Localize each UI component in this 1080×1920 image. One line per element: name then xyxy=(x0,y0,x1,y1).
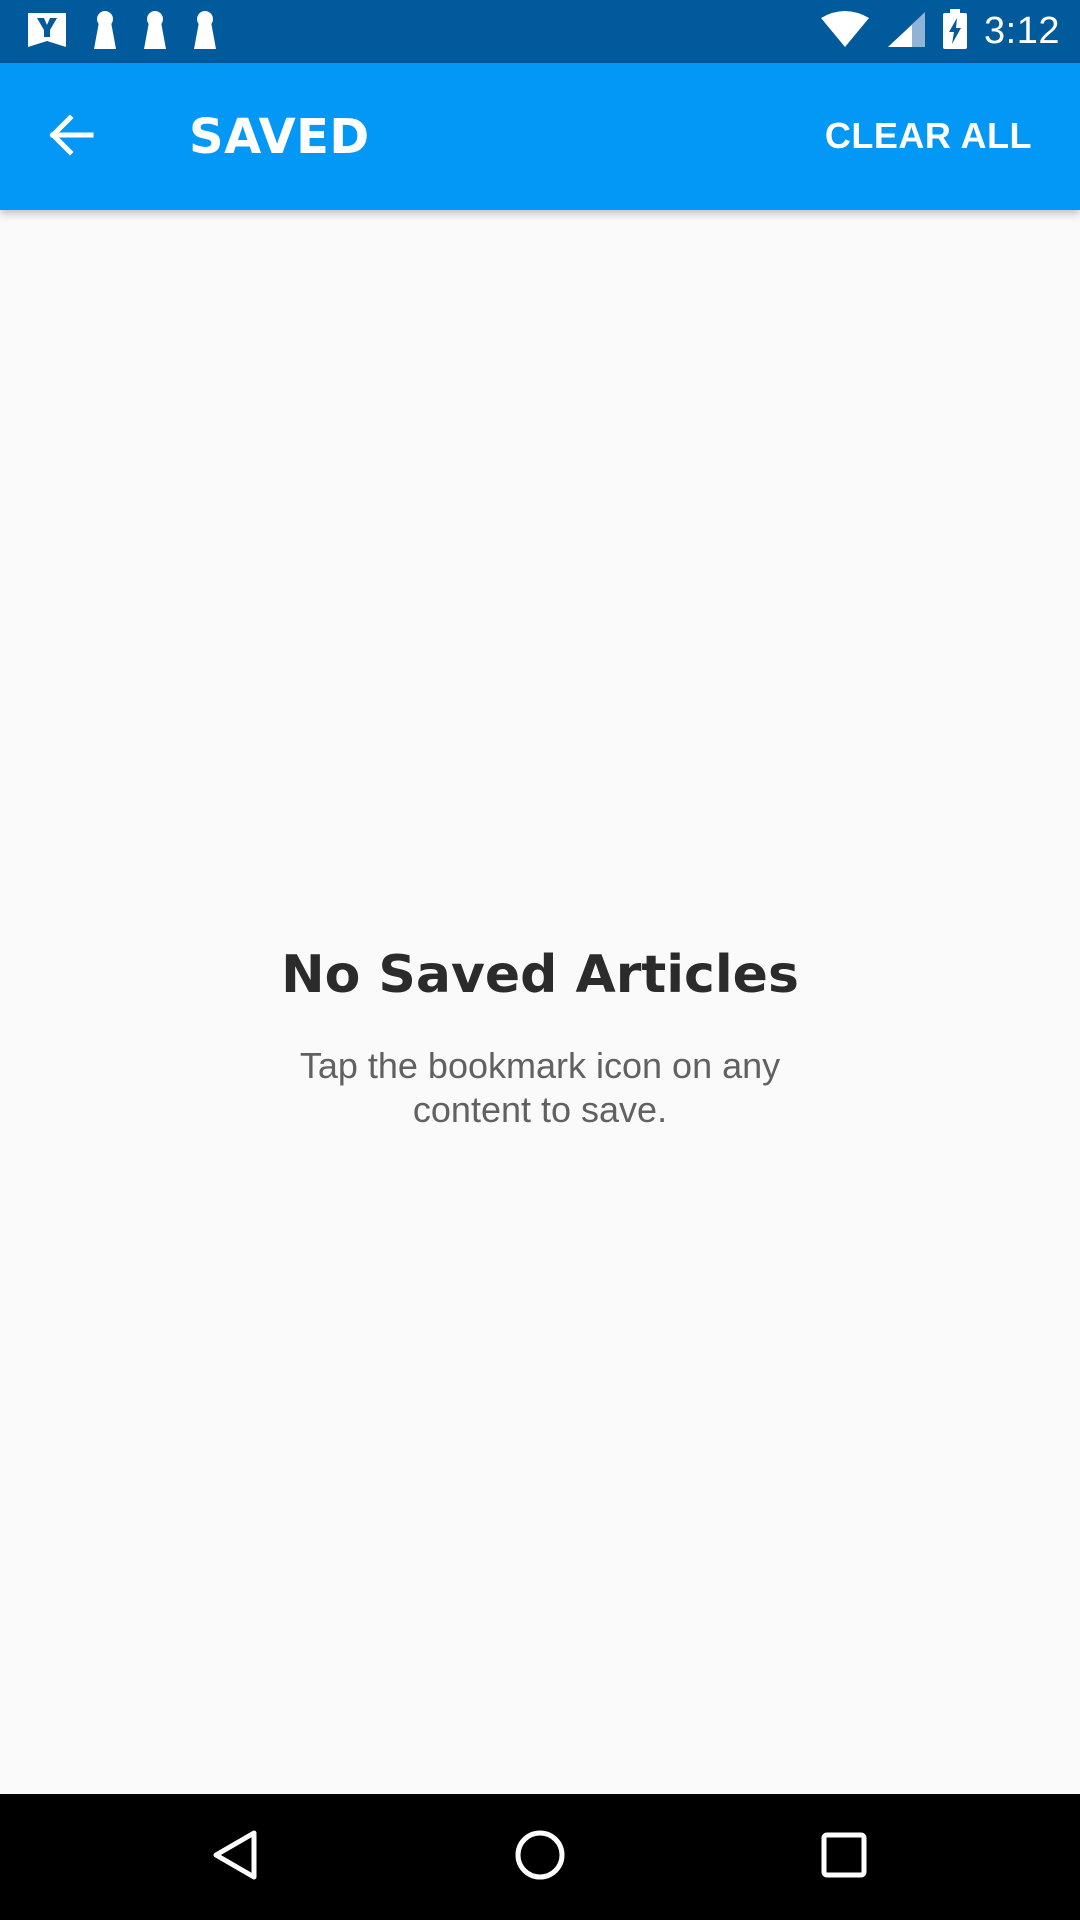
empty-state-title: No Saved Articles xyxy=(281,945,799,1005)
empty-state: No Saved Articles Tap the bookmark icon … xyxy=(0,940,1080,1132)
arrow-back-icon xyxy=(47,113,95,162)
back-triangle-icon xyxy=(206,1825,266,1890)
page-title: SAVED xyxy=(189,109,370,165)
nav-recents-button[interactable] xyxy=(806,1819,882,1895)
navigation-bar xyxy=(0,1794,1080,1920)
back-button[interactable] xyxy=(34,100,108,174)
status-bar: 3:12 xyxy=(0,0,1080,63)
wifi-icon xyxy=(820,10,870,53)
keyhole-icon xyxy=(192,10,218,55)
home-circle-icon xyxy=(510,1825,570,1890)
battery-charging-icon xyxy=(942,8,968,55)
keyhole-icon xyxy=(142,10,168,55)
empty-state-message: Tap the bookmark icon on any content to … xyxy=(299,1045,781,1130)
system-icons: 3:12 xyxy=(820,0,1060,63)
cell-signal-icon xyxy=(886,10,926,53)
notification-icons xyxy=(26,10,218,54)
app-bar: SAVED CLEAR ALL xyxy=(0,63,1080,210)
nav-home-button[interactable] xyxy=(502,1819,578,1895)
status-time: 3:12 xyxy=(984,10,1060,52)
screen: 3:12 SAVED CLEAR ALL No Saved Articles T… xyxy=(0,0,1080,1920)
nav-back-button[interactable] xyxy=(198,1819,274,1895)
clear-all-button[interactable]: CLEAR ALL xyxy=(825,113,1032,159)
recents-square-icon xyxy=(814,1825,874,1890)
keyhole-icon xyxy=(92,10,118,55)
yahoo-icon xyxy=(26,10,68,55)
